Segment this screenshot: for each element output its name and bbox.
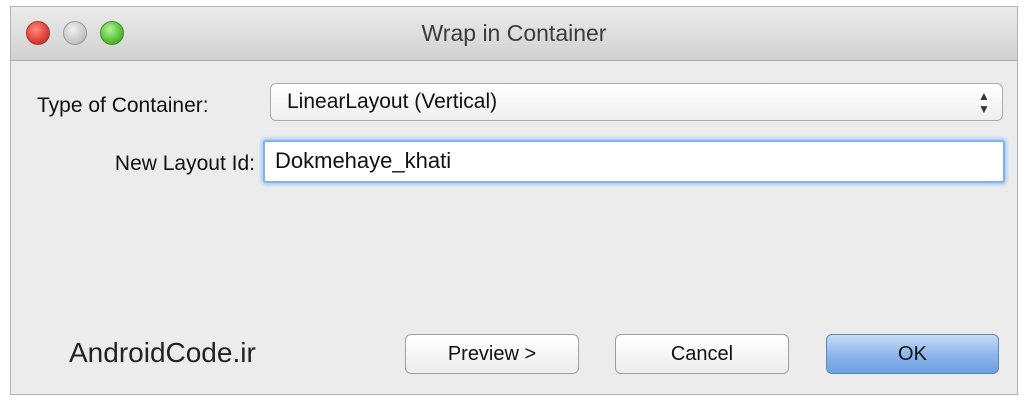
layout-id-input[interactable]: Dokmehaye_khati xyxy=(263,140,1005,183)
container-type-select[interactable]: LinearLayout (Vertical) ▲ ▼ xyxy=(270,83,1003,121)
watermark-text: AndroidCode.ir xyxy=(69,337,256,368)
container-type-label: Type of Container: xyxy=(37,94,209,117)
layout-id-label: New Layout Id: xyxy=(114,152,255,175)
preview-button[interactable]: Preview > xyxy=(405,334,579,374)
wrap-in-container-dialog: Wrap in Container Type of Container: Lin… xyxy=(10,6,1018,395)
cancel-button[interactable]: Cancel xyxy=(615,334,789,374)
ok-button[interactable]: OK xyxy=(826,334,999,374)
title-bar: Wrap in Container xyxy=(11,7,1017,61)
container-type-value: LinearLayout (Vertical) xyxy=(287,90,498,113)
window-title: Wrap in Container xyxy=(421,20,607,46)
up-down-arrows-icon: ▲ ▼ xyxy=(978,89,990,116)
